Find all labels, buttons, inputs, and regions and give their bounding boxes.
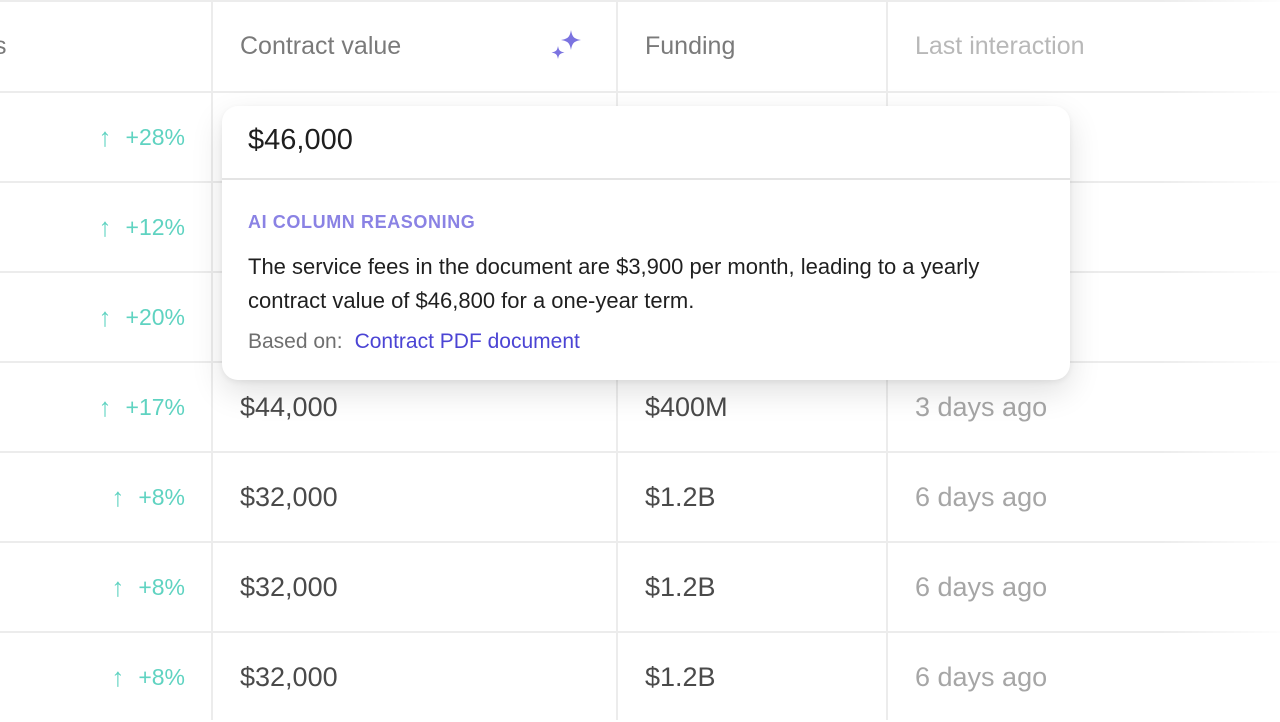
arrow-up-icon: ↑ xyxy=(111,662,125,692)
contract-value-cell[interactable]: $32,000 xyxy=(240,542,338,632)
ai-reasoning-text: The service fees in the document are $3,… xyxy=(248,254,980,313)
table-row-divider xyxy=(0,91,1280,93)
arrow-up-icon: ↑ xyxy=(98,212,112,242)
table-row-divider xyxy=(0,451,1280,453)
table-border xyxy=(0,0,1280,2)
ai-reasoning-popover: $46,000 AI COLUMN REASONING The service … xyxy=(222,106,1070,380)
table-row-divider xyxy=(0,631,1280,633)
table-row-divider xyxy=(0,541,1280,543)
sparkle-icon[interactable] xyxy=(548,28,584,66)
change-cell: ↑ +17% xyxy=(0,362,185,452)
source-line: Based on: Contract PDF document xyxy=(248,330,580,354)
column-header-last-interaction[interactable]: Last interaction xyxy=(915,0,1085,92)
change-value: +12% xyxy=(125,213,185,240)
change-cell: ↑ +12% xyxy=(0,182,185,272)
source-label: Based on: xyxy=(248,330,343,353)
arrow-up-icon: ↑ xyxy=(111,482,125,512)
change-cell: ↑ +8% xyxy=(0,632,185,722)
change-cell: ↑ +20% xyxy=(0,272,185,362)
funding-cell[interactable]: $1.2B xyxy=(645,542,716,632)
change-value: +8% xyxy=(138,483,185,510)
change-value: +17% xyxy=(125,393,185,420)
column-header-truncated[interactable]: s xyxy=(0,0,7,92)
source-document-link[interactable]: Contract PDF document xyxy=(355,330,580,353)
change-value: +8% xyxy=(138,573,185,600)
change-value: +20% xyxy=(125,303,185,330)
popover-divider xyxy=(222,178,1070,180)
contract-value-cell[interactable]: $32,000 xyxy=(240,632,338,722)
change-value: +28% xyxy=(125,123,185,150)
funding-cell[interactable]: $1.2B xyxy=(645,632,716,722)
right-edge-fade xyxy=(1160,0,1280,720)
change-value: +8% xyxy=(138,663,185,690)
change-cell: ↑ +8% xyxy=(0,452,185,542)
ai-column-reasoning-heading: AI COLUMN REASONING xyxy=(248,212,476,232)
arrow-up-icon: ↑ xyxy=(98,392,112,422)
last-interaction-cell[interactable]: 6 days ago xyxy=(915,452,1047,542)
arrow-up-icon: ↑ xyxy=(111,572,125,602)
change-cell: ↑ +28% xyxy=(0,92,185,182)
last-interaction-cell[interactable]: 6 days ago xyxy=(915,542,1047,632)
arrow-up-icon: ↑ xyxy=(98,302,112,332)
column-header-contract-value[interactable]: Contract value xyxy=(240,0,401,92)
last-interaction-cell[interactable]: 6 days ago xyxy=(915,632,1047,722)
column-header-funding[interactable]: Funding xyxy=(645,0,735,92)
funding-cell[interactable]: $1.2B xyxy=(645,452,716,542)
arrow-up-icon: ↑ xyxy=(98,122,112,152)
contract-value-cell[interactable]: $32,000 xyxy=(240,452,338,542)
change-cell: ↑ +8% xyxy=(0,542,185,632)
column-divider xyxy=(211,0,213,720)
popover-cell-value: $46,000 xyxy=(248,124,353,156)
